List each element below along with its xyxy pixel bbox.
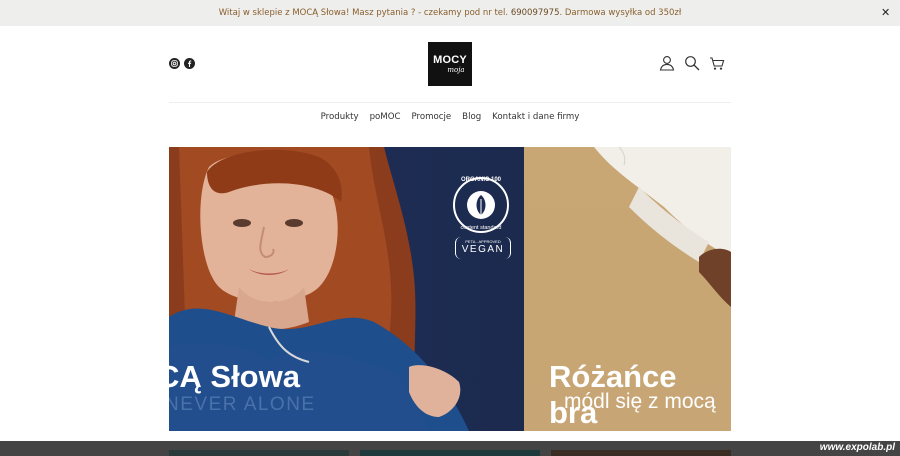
- nav-item-produkty[interactable]: Produkty: [321, 112, 359, 122]
- instagram-icon[interactable]: [169, 58, 180, 69]
- organic-badge-subtitle: content standard: [460, 225, 502, 231]
- close-icon[interactable]: ✕: [881, 7, 891, 18]
- nav-item-kontakt[interactable]: Kontakt i dane firmy: [492, 112, 579, 122]
- vegan-badge-top: PETA - APPROVED: [465, 239, 501, 244]
- hero-slider[interactable]: CĄ Słowa NEVER ALONE ORGANIC 100 content…: [169, 147, 731, 431]
- main-nav: Produkty poMOC Promocje Blog Kontakt i d…: [0, 112, 900, 122]
- phone-link[interactable]: 690097975: [511, 8, 560, 18]
- announcement-text: Witaj w sklepie z MOCĄ Słowa! Masz pytan…: [218, 8, 682, 18]
- cart-icon[interactable]: [709, 55, 725, 71]
- search-icon[interactable]: [684, 55, 700, 71]
- product-teaser-3[interactable]: [551, 450, 731, 456]
- hero-slide-rozance[interactable]: Różańce bra módl się z mocą: [524, 147, 731, 431]
- hero-slide1-title: CĄ Słowa: [169, 359, 300, 394]
- organic-badge-title: ORGANIC 100: [460, 177, 501, 183]
- vegan-badge: PETA - APPROVED VEGAN: [455, 237, 511, 259]
- hero-slide2-subtitle: módl się z mocą: [564, 390, 716, 413]
- logo-mocy: MOCY: [433, 54, 467, 66]
- header-actions: [659, 55, 725, 71]
- vegan-badge-label: VEGAN: [461, 244, 505, 255]
- facebook-icon[interactable]: [184, 58, 195, 69]
- social-links: [169, 58, 195, 69]
- product-teaser-1[interactable]: [169, 450, 349, 456]
- announcement-bar: Witaj w sklepie z MOCĄ Słowa! Masz pytan…: [0, 0, 900, 26]
- logo[interactable]: MOCY moja: [428, 42, 472, 86]
- nav-item-blog[interactable]: Blog: [462, 112, 481, 122]
- hero-shirt-text: NEVER ALONE: [169, 394, 316, 415]
- product-teaser-2[interactable]: [360, 450, 540, 456]
- watermark: www.expolab.pl: [819, 442, 895, 453]
- user-icon[interactable]: [659, 55, 675, 71]
- logo-moja: moja: [447, 66, 465, 74]
- hero-slide-moca-slowa[interactable]: CĄ Słowa NEVER ALONE ORGANIC 100 content…: [169, 147, 524, 431]
- nav-item-pomoc[interactable]: poMOC: [370, 112, 401, 122]
- nav-item-promocje[interactable]: Promocje: [412, 112, 452, 122]
- header-divider: [169, 102, 731, 103]
- organic-badge: ORGANIC 100 content standard: [451, 175, 511, 235]
